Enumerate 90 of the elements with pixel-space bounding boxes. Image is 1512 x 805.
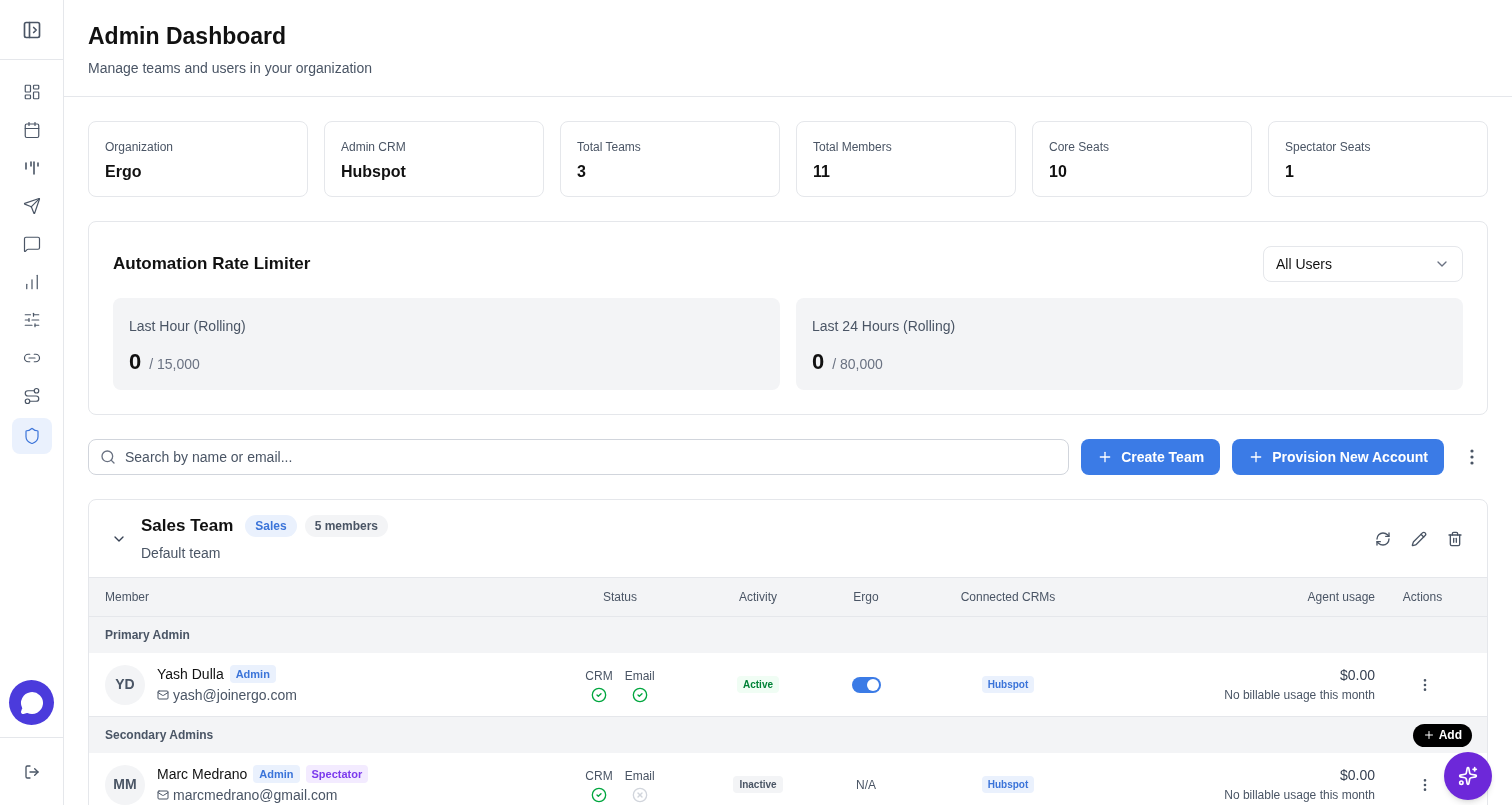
plus-icon bbox=[1422, 729, 1435, 741]
create-team-button[interactable]: Create Team bbox=[1081, 439, 1221, 475]
usage-value: 0 bbox=[812, 348, 825, 376]
usage-amount: $0.00 bbox=[1338, 666, 1375, 685]
avatar: MM bbox=[105, 764, 145, 805]
user-filter-dropdown[interactable]: All Users bbox=[1263, 246, 1463, 282]
route-icon bbox=[22, 387, 41, 405]
member-name: Marc Medrano bbox=[157, 764, 248, 784]
section-heading: Primary Admin bbox=[105, 627, 190, 644]
status-label: CRM bbox=[585, 667, 613, 685]
stat-value: 1 bbox=[1285, 162, 1295, 182]
activity-badge: Inactive bbox=[733, 776, 783, 793]
chat-bubble-icon bbox=[19, 690, 44, 715]
usage-note: No billable usage this month bbox=[1223, 687, 1375, 704]
stat-label: Total Teams bbox=[577, 139, 642, 156]
edit-icon bbox=[1411, 530, 1427, 547]
column-header: Connected CRMs bbox=[959, 589, 1057, 606]
send-icon bbox=[22, 197, 41, 215]
add-admin-button[interactable]: Add bbox=[1412, 723, 1472, 747]
team-tag: Sales bbox=[245, 515, 297, 537]
column-header: Ergo bbox=[852, 589, 880, 606]
stat-value: 3 bbox=[577, 162, 587, 182]
refresh-icon bbox=[1375, 530, 1391, 547]
status-label: Email bbox=[624, 667, 655, 685]
role-badge: Admin bbox=[229, 664, 276, 684]
ergo-toggle[interactable] bbox=[851, 676, 881, 693]
assistant-button[interactable] bbox=[1444, 752, 1492, 800]
team-name: Sales Team bbox=[141, 515, 234, 538]
column-header: Activity bbox=[738, 589, 778, 606]
crm-badge: Hubspot bbox=[981, 776, 1035, 793]
column-header: Status bbox=[602, 589, 638, 606]
usage-label: Last 24 Hours (Rolling) bbox=[812, 317, 957, 336]
stat-label: Total Members bbox=[813, 139, 893, 156]
avatar: YD bbox=[105, 664, 145, 705]
usage-note: No billable usage this month bbox=[1223, 787, 1375, 804]
provision-account-button[interactable]: Provision New Account bbox=[1232, 439, 1444, 475]
mail-icon bbox=[157, 789, 169, 801]
dashboard-icon bbox=[22, 83, 41, 101]
member-email: marcmedrano@gmail.com bbox=[173, 785, 338, 805]
stat-value: Hubspot bbox=[341, 162, 407, 182]
delete-button[interactable] bbox=[1447, 530, 1463, 547]
ergo-value: N/A bbox=[856, 776, 876, 794]
refresh-button[interactable] bbox=[1375, 530, 1391, 547]
sliders-icon bbox=[22, 311, 41, 329]
team-description: Default team bbox=[141, 543, 222, 563]
page-title: Admin Dashboard bbox=[88, 22, 288, 50]
member-count-badge: 5 members bbox=[304, 515, 389, 537]
search-icon bbox=[100, 449, 116, 465]
column-header: Agent usage bbox=[1306, 589, 1375, 606]
status-label: CRM bbox=[585, 767, 613, 785]
calendar-icon bbox=[22, 121, 41, 139]
more-icon bbox=[1470, 449, 1474, 465]
panel-icon bbox=[21, 19, 42, 40]
crm-badge: Hubspot bbox=[981, 676, 1035, 693]
columns-icon bbox=[22, 159, 41, 177]
edit-button[interactable] bbox=[1411, 530, 1427, 547]
column-header: Member bbox=[105, 589, 150, 606]
stat-label: Core Seats bbox=[1049, 139, 1111, 156]
stat-value: 10 bbox=[1049, 162, 1068, 182]
column-header: Actions bbox=[1401, 589, 1444, 606]
mail-icon bbox=[157, 689, 169, 701]
stat-label: Spectator Seats bbox=[1285, 139, 1372, 156]
shield-nav-item[interactable] bbox=[11, 418, 52, 454]
member-name: Yash Dulla bbox=[157, 664, 224, 684]
trash-icon bbox=[1447, 530, 1463, 547]
role-badge: Spectator bbox=[305, 764, 369, 784]
usage-limit: / 80,000 bbox=[832, 355, 883, 374]
logout-button[interactable] bbox=[23, 763, 40, 780]
stat-label: Organization bbox=[105, 139, 175, 156]
sidebar-toggle-button[interactable] bbox=[21, 19, 42, 40]
section-title: Automation Rate Limiter bbox=[113, 253, 311, 276]
shield-icon bbox=[22, 427, 41, 445]
status-label: Email bbox=[624, 767, 655, 785]
sparkles-icon bbox=[1458, 766, 1478, 786]
usage-value: 0 bbox=[129, 348, 142, 376]
stat-value: Ergo bbox=[105, 162, 143, 182]
usage-amount: $0.00 bbox=[1338, 766, 1375, 785]
stat-label: Admin CRM bbox=[341, 139, 407, 156]
member-email: yash@joinergo.com bbox=[173, 685, 297, 705]
usage-limit: / 15,000 bbox=[149, 355, 200, 374]
chat-button[interactable] bbox=[9, 680, 54, 725]
role-badge: Admin bbox=[253, 764, 300, 784]
page-subtitle: Manage teams and users in your organization bbox=[88, 59, 374, 78]
section-heading: Secondary Admins bbox=[105, 727, 214, 744]
message-icon bbox=[22, 235, 41, 253]
search-field[interactable]: Search by name or email... bbox=[88, 439, 1070, 475]
usage-label: Last Hour (Rolling) bbox=[129, 317, 247, 336]
activity-badge: Active bbox=[737, 676, 779, 693]
logout-icon bbox=[23, 763, 40, 780]
stat-value: 11 bbox=[813, 162, 831, 182]
